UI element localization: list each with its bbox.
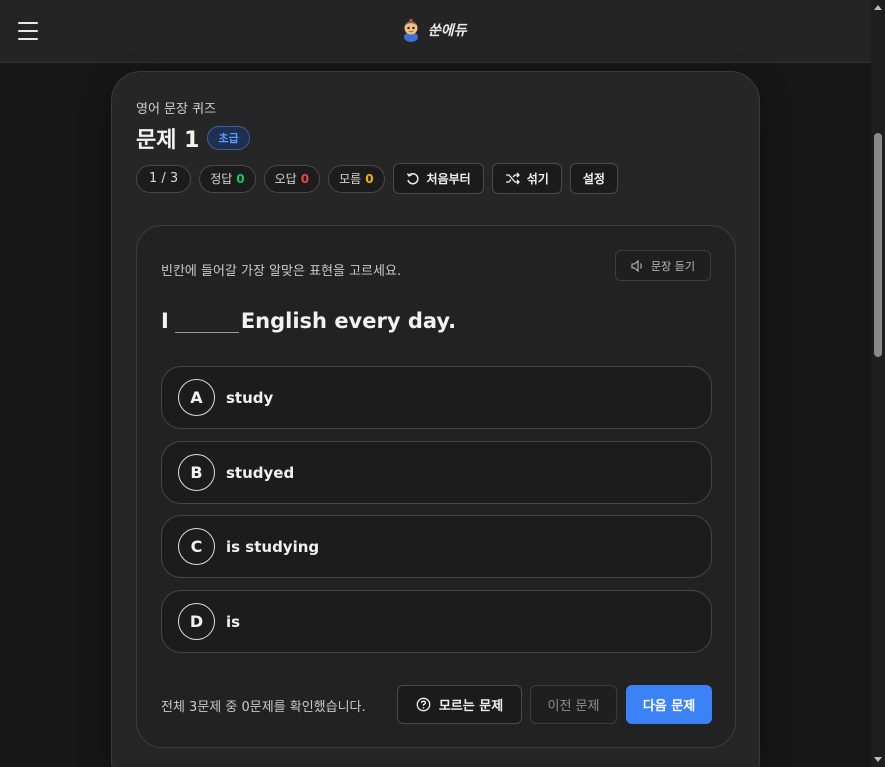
- question-card: 빈칸에 들어갈 가장 알맞은 표현을 고르세요. 문장 듣기 I English…: [136, 225, 736, 748]
- option-d[interactable]: D is: [161, 590, 712, 653]
- wrong-pill: 오답 0: [263, 164, 321, 193]
- brand[interactable]: 쑨에듀: [400, 18, 467, 42]
- option-b[interactable]: B studyed: [161, 441, 712, 504]
- unknown-question-label: 모르는 문제: [438, 699, 504, 714]
- correct-pill: 정답 0: [199, 164, 256, 193]
- option-letter: D: [178, 603, 215, 640]
- unknown-question-button[interactable]: 모르는 문제: [397, 685, 522, 724]
- option-a[interactable]: A study: [161, 366, 712, 429]
- shuffle-button[interactable]: 섞기: [491, 163, 562, 194]
- unknown-count: 0: [365, 171, 374, 186]
- shuffle-icon: [505, 172, 520, 185]
- restart-label: 처음부터: [426, 172, 471, 186]
- settings-button[interactable]: 설정: [569, 163, 618, 194]
- title-row: 문제 1 초급: [136, 122, 250, 154]
- restart-button[interactable]: 처음부터: [392, 163, 484, 194]
- sentence-end: English every day.: [240, 309, 457, 333]
- hamburger-menu-icon[interactable]: [18, 22, 38, 40]
- restart-icon: [406, 172, 419, 184]
- wrong-count: 0: [300, 171, 310, 186]
- scroll-up-arrow-icon[interactable]: [874, 5, 882, 10]
- option-letter: C: [178, 528, 215, 565]
- question-instruction: 빈칸에 들어갈 가장 알맞은 표현을 고르세요.: [161, 264, 402, 279]
- listen-label: 문장 듣기: [651, 259, 695, 273]
- option-letter: A: [178, 379, 215, 416]
- stats-bar: 1 / 3 정답 0 오답 0 모름 0 처음부터 섞기 설정: [136, 163, 618, 194]
- question-footer: 전체 3문제 중 0문제를 확인했습니다. 모르는 문제 이전 문제 다음 문제: [161, 685, 712, 724]
- previous-question-button[interactable]: 이전 문제: [530, 685, 617, 724]
- option-text: study: [226, 388, 274, 407]
- progress-count: 1 / 3: [149, 171, 179, 186]
- quiz-subject: 영어 문장 퀴즈: [136, 102, 217, 117]
- progress-pill: 1 / 3: [136, 164, 192, 193]
- option-c[interactable]: C is studying: [161, 515, 712, 578]
- next-question-button[interactable]: 다음 문제: [626, 685, 712, 724]
- sentence-start: I: [161, 309, 169, 333]
- progress-summary: 전체 3문제 중 0문제를 확인했습니다.: [161, 700, 366, 715]
- correct-count: 0: [236, 171, 245, 186]
- question-sentence: I English every day.: [161, 309, 456, 333]
- quiz-card: 영어 문장 퀴즈 문제 1 초급 1 / 3 정답 0 오답 0 모름 0 처음…: [111, 71, 760, 767]
- top-bar: 쑨에듀: [0, 0, 871, 63]
- scroll-down-arrow-icon[interactable]: [874, 757, 882, 762]
- unknown-pill: 모름 0: [328, 164, 385, 193]
- brand-name: 쑨에듀: [428, 23, 467, 39]
- correct-label: 정답: [210, 172, 233, 186]
- page-scrollbar[interactable]: [871, 0, 885, 767]
- scroll-thumb[interactable]: [874, 133, 882, 357]
- mascot-logo-icon: [404, 18, 418, 42]
- option-text: is: [226, 612, 241, 631]
- speaker-icon: [631, 259, 642, 272]
- unknown-label: 모름: [339, 172, 362, 186]
- shuffle-label: 섞기: [526, 172, 549, 186]
- sentence-blank: [174, 309, 239, 333]
- question-title: 문제 1: [136, 128, 200, 153]
- listen-button[interactable]: 문장 듣기: [615, 250, 711, 281]
- settings-label: 설정: [582, 172, 605, 186]
- option-text: studyed: [226, 463, 295, 482]
- option-text: is studying: [226, 537, 320, 556]
- help-circle-icon: [416, 697, 431, 712]
- wrong-label: 오답: [274, 172, 297, 186]
- option-letter: B: [178, 454, 215, 491]
- level-badge: 초급: [207, 126, 250, 150]
